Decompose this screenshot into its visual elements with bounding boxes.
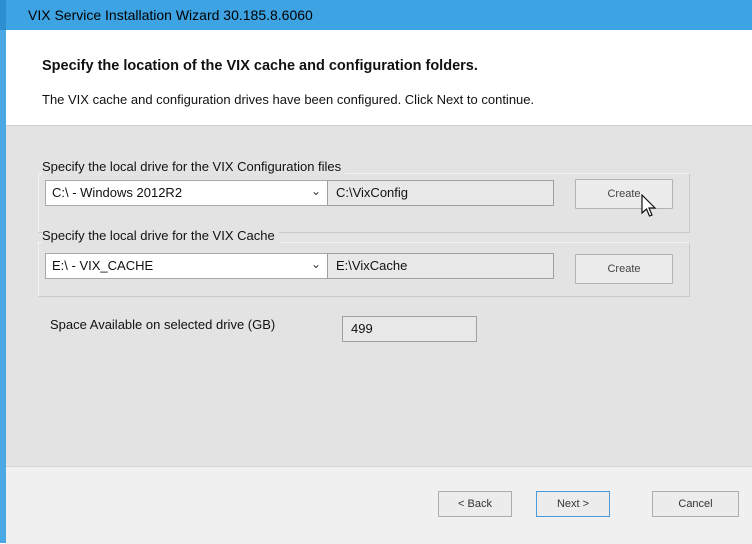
chevron-down-icon[interactable]: ⌄: [311, 184, 321, 198]
page-title: Specify the location of the VIX cache an…: [42, 58, 478, 74]
config-drive-value: C:\ - Windows 2012R2: [52, 185, 183, 200]
cache-path-field[interactable]: E:\VixCache: [327, 253, 554, 279]
wizard-footer: [6, 466, 752, 544]
mouse-pointer-icon: [641, 194, 657, 217]
cancel-button[interactable]: Cancel: [652, 491, 739, 517]
cache-drive-value: E:\ - VIX_CACHE: [52, 258, 154, 273]
config-drive-select[interactable]: C:\ - Windows 2012R2 ⌄: [45, 180, 330, 206]
config-path-value: C:\VixConfig: [336, 185, 409, 200]
space-available-label: Space Available on selected drive (GB): [50, 317, 276, 332]
page-subtitle: The VIX cache and configuration drives h…: [42, 92, 535, 107]
cache-group-label: Specify the local drive for the VIX Cach…: [42, 228, 279, 243]
config-path-field[interactable]: C:\VixConfig: [327, 180, 554, 206]
space-available-value: 499: [351, 321, 373, 336]
wizard-content: Specify the local drive for the VIX Conf…: [6, 125, 752, 466]
config-group-label: Specify the local drive for the VIX Conf…: [42, 159, 346, 174]
wizard-header: Specify the location of the VIX cache an…: [6, 30, 752, 122]
space-available-field: 499: [342, 316, 477, 342]
cache-create-button[interactable]: Create: [575, 254, 673, 284]
next-button[interactable]: Next >: [536, 491, 610, 517]
wizard-window: VIX Service Installation Wizard 30.185.8…: [0, 0, 752, 544]
cache-drive-select[interactable]: E:\ - VIX_CACHE ⌄: [45, 253, 330, 279]
back-button[interactable]: < Back: [438, 491, 512, 517]
cache-path-value: E:\VixCache: [336, 258, 408, 273]
window-title: VIX Service Installation Wizard 30.185.8…: [0, 0, 752, 30]
chevron-down-icon[interactable]: ⌄: [311, 257, 321, 271]
